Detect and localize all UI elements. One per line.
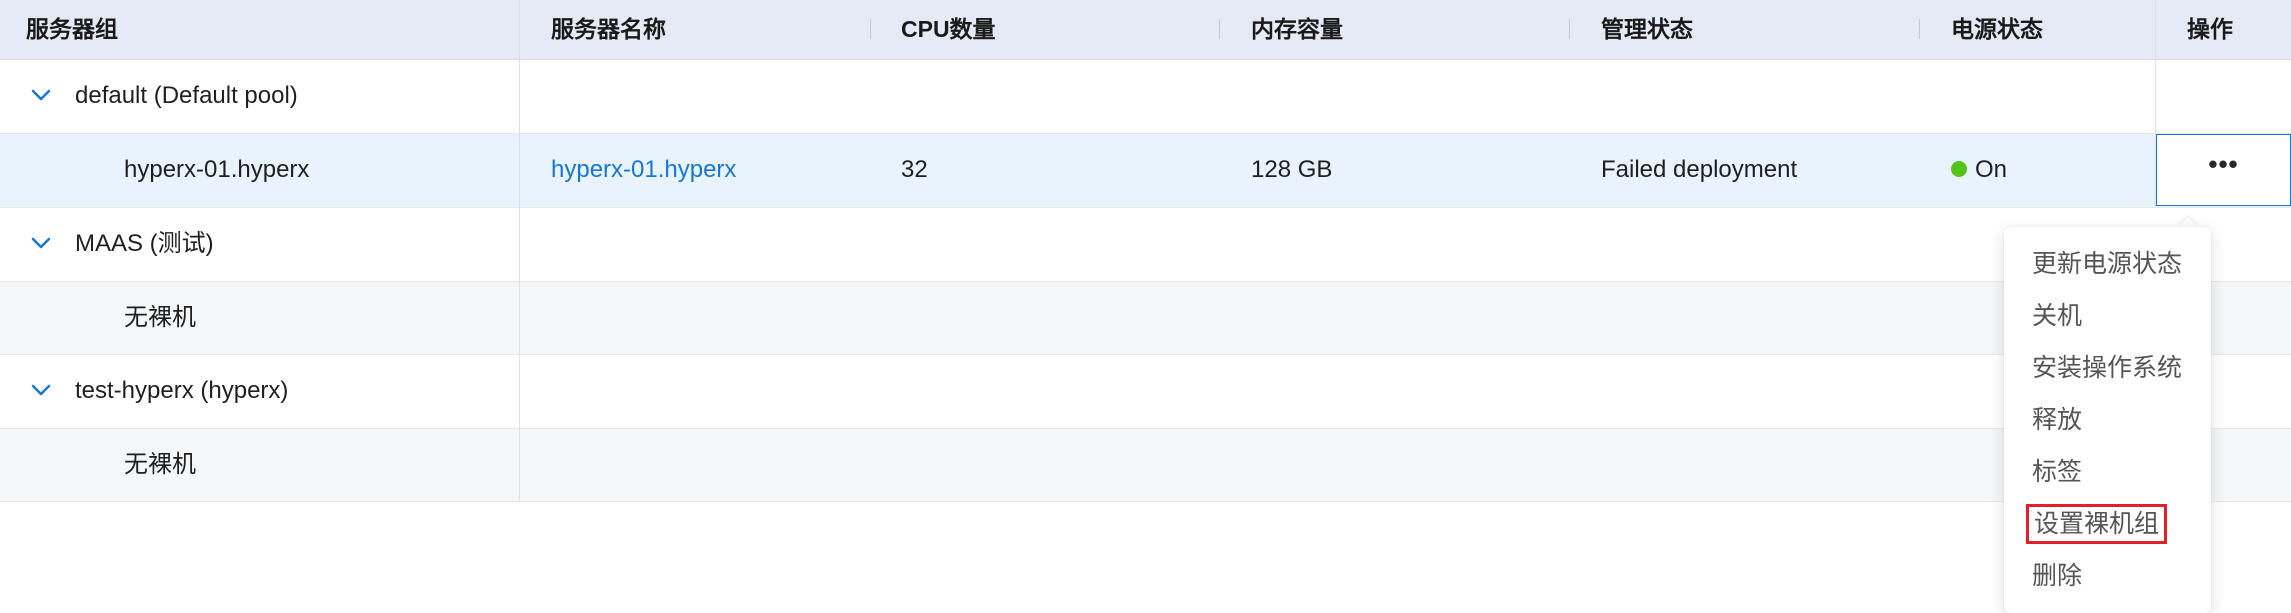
- column-divider: [1569, 19, 1570, 39]
- table-header: 服务器组 服务器名称 CPU数量 内存容量 管理状态 电源状态 操作: [0, 0, 2291, 60]
- menu-item-release[interactable]: 释放: [2032, 400, 2082, 440]
- table-row: 无裸机: [0, 282, 2291, 355]
- chevron-down-icon[interactable]: [30, 234, 52, 252]
- group-row[interactable]: MAAS (测试): [0, 208, 2291, 282]
- column-header-server-name[interactable]: 服务器名称: [551, 0, 666, 59]
- column-header-server-group[interactable]: 服务器组: [26, 0, 118, 59]
- column-header-actions: 操作: [2187, 16, 2233, 42]
- column-divider: [519, 0, 520, 501]
- group-name: MAAS (测试): [75, 230, 214, 257]
- machine-name-link[interactable]: hyperx-01.hyperx: [551, 134, 736, 206]
- group-row[interactable]: default (Default pool): [0, 60, 2291, 134]
- group-name: test-hyperx (hyperx): [75, 377, 289, 404]
- group-row[interactable]: test-hyperx (hyperx): [0, 355, 2291, 429]
- chevron-down-icon[interactable]: [30, 381, 52, 399]
- column-header-management-status[interactable]: 管理状态: [1601, 0, 1693, 59]
- column-header-memory[interactable]: 内存容量: [1251, 0, 1343, 59]
- power-on-dot-icon: [1951, 160, 1967, 177]
- column-divider: [1919, 19, 1920, 39]
- table-row[interactable]: hyperx-01.hyperx hyperx-01.hyperx 32 128…: [0, 134, 2291, 208]
- memory-size: 128 GB: [1251, 156, 1333, 183]
- group-machine-cell: hyperx-01.hyperx: [124, 156, 310, 183]
- menu-item-set-machine-group[interactable]: 设置裸机组: [2026, 504, 2168, 544]
- menu-item-deploy-os[interactable]: 安装操作系统: [2032, 348, 2182, 388]
- menu-item-power-off[interactable]: 关机: [2032, 296, 2082, 336]
- action-menu: 更新电源状态 关机 安装操作系统 释放 标签 设置裸机组 删除: [2004, 227, 2211, 613]
- more-actions-button[interactable]: •••: [2156, 134, 2291, 206]
- empty-group-label: 无裸机: [124, 451, 196, 478]
- column-header-power-status[interactable]: 电源状态: [1951, 0, 2043, 59]
- menu-item-refresh-power[interactable]: 更新电源状态: [2032, 244, 2182, 284]
- more-icon: •••: [2208, 149, 2239, 179]
- power-status-label: On: [1975, 156, 2008, 183]
- empty-group-label: 无裸机: [124, 304, 196, 331]
- management-status: Failed deployment: [1601, 156, 1798, 183]
- menu-item-delete[interactable]: 删除: [2032, 556, 2082, 596]
- menu-item-tags[interactable]: 标签: [2032, 452, 2082, 492]
- cpu-count: 32: [901, 156, 928, 183]
- column-header-cpu[interactable]: CPU数量: [901, 0, 996, 59]
- column-divider: [870, 19, 871, 39]
- chevron-down-icon[interactable]: [30, 86, 52, 104]
- column-divider: [1219, 19, 1220, 39]
- table-row: 无裸机: [0, 429, 2291, 502]
- power-status: On: [1951, 134, 2007, 206]
- group-name: default (Default pool): [75, 82, 298, 109]
